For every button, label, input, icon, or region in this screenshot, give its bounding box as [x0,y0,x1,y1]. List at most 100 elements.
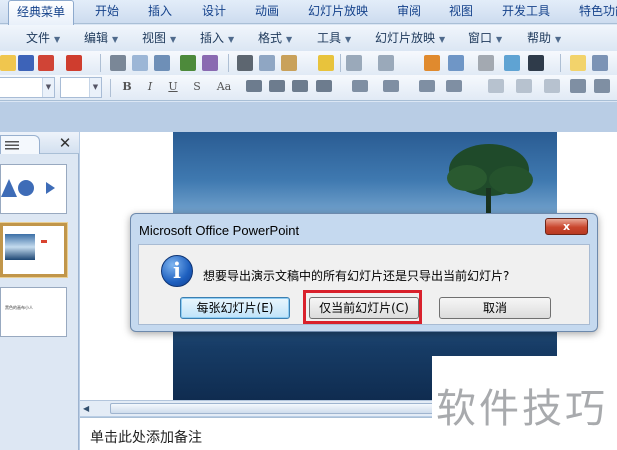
toolbar-divider [340,54,341,72]
justify-icon[interactable] [316,80,332,92]
menu-label: 窗口 [468,31,493,45]
menu-label: 视图 [142,31,167,45]
toolbar-divider [110,79,111,97]
numbering-icon[interactable] [446,80,462,92]
slides-pane: ✕ 黑色的画布小人 [0,132,79,450]
table-icon[interactable] [448,55,464,71]
increase-indent-icon[interactable] [594,79,610,93]
cancel-button[interactable]: 取消 [439,297,551,319]
dialog-message: 想要导出演示文稿中的所有幻灯片还是只导出当前幻灯片? [203,269,510,283]
tab-developer[interactable]: 开发工具 [502,0,550,24]
tab-insert[interactable]: 插入 [148,0,172,24]
save-icon[interactable] [18,55,34,71]
triangle-shape [1,179,17,197]
chevron-down-icon[interactable]: ▼ [42,78,54,97]
change-case-button[interactable]: Aa [211,78,237,96]
arrow-shape [46,182,55,194]
toolbar-divider [100,54,101,72]
align-right-icon[interactable] [292,80,308,92]
tab-view[interactable]: 视图 [449,0,473,24]
tab-classic-menu[interactable]: 经典菜单 [8,0,75,25]
menu-window[interactable]: 窗口 ▼ [468,25,502,51]
circle-shape [18,180,34,196]
new-slide-icon[interactable] [570,55,586,71]
menu-edit[interactable]: 编辑 ▼ [84,25,118,51]
chevron-down-icon: ▼ [345,35,352,44]
scroll-left-icon[interactable]: ◀ [83,403,95,415]
smartart-icon[interactable] [504,55,520,71]
tab-special[interactable]: 特色功能 [579,0,617,24]
close-button[interactable]: x [545,218,588,235]
bold-button[interactable]: B [118,78,136,96]
outline-tab[interactable] [0,135,40,154]
menu-label: 帮助 [527,31,552,45]
menu-insert[interactable]: 插入 ▼ [200,25,234,51]
bullets-icon[interactable] [419,80,435,92]
chart-icon[interactable] [424,55,440,71]
print-icon[interactable] [110,55,126,71]
align-center-icon[interactable] [269,80,285,92]
redo-icon[interactable] [378,55,394,71]
menu-view[interactable]: 视图 ▼ [142,25,176,51]
toolbar-divider [228,54,229,72]
slide-thumbnail-3[interactable]: 黑色的画布小人 [0,287,67,337]
classic-menu-bar: 文件 ▼ 编辑 ▼ 视图 ▼ 插入 ▼ 格式 ▼ 工具 ▼ 幻灯片放映 ▼ 窗口 ▼ 帮助 ▼ [0,25,617,51]
slides-pane-header: ✕ [0,132,79,154]
undo-icon[interactable] [346,55,362,71]
font-color-icon[interactable] [488,79,504,93]
paste-icon[interactable] [281,55,297,71]
italic-button[interactable]: I [141,78,159,96]
close-icon[interactable]: ✕ [57,133,73,153]
export-pdf-icon[interactable] [66,55,82,71]
red-highlight-box [303,290,422,324]
research-icon[interactable] [154,55,170,71]
slide-2-red-text [41,240,47,243]
cut-icon[interactable] [237,55,253,71]
outline-icon [5,141,19,150]
shrink-font-icon[interactable] [544,79,560,93]
menu-tools[interactable]: 工具 ▼ [317,25,351,51]
grow-font-icon[interactable] [516,79,532,93]
chevron-down-icon[interactable]: ▼ [89,78,101,97]
print-preview-icon[interactable] [132,55,148,71]
shadow-button[interactable]: S [188,78,206,96]
menu-format[interactable]: 格式 ▼ [258,25,292,51]
open-folder-icon[interactable] [0,55,16,71]
menu-file[interactable]: 文件 ▼ [26,25,60,51]
columns-icon[interactable] [352,80,368,92]
line-spacing-icon[interactable] [383,80,399,92]
tab-home[interactable]: 开始 [95,0,119,24]
tab-design[interactable]: 设计 [202,0,226,24]
every-slide-button[interactable]: 每张幻灯片(E) [180,297,290,319]
ribbon-tab-bar: 经典菜单 开始 插入 设计 动画 幻灯片放映 审阅 视图 开发工具 特色功能 [0,0,617,25]
spelling-icon[interactable] [180,55,196,71]
menu-label: 幻灯片放映 [375,31,436,45]
color-grayscale-icon[interactable] [528,55,544,71]
tab-animation[interactable]: 动画 [255,0,279,24]
tab-review[interactable]: 审阅 [397,0,421,24]
email-icon[interactable] [38,55,54,71]
slide-2-photo [5,234,35,260]
chevron-down-icon: ▼ [286,35,293,44]
slide-layout-icon[interactable] [592,55,608,71]
align-left-icon[interactable] [246,80,262,92]
slide-3-text: 黑色的画布小人 [5,305,33,310]
copy-icon[interactable] [259,55,275,71]
tab-slideshow[interactable]: 幻灯片放映 [308,0,368,24]
slide-thumbnail-1[interactable] [0,164,67,214]
info-icon: i [161,255,193,287]
slide-thumbnail-2[interactable] [0,223,67,277]
format-painter-icon[interactable] [318,55,334,71]
font-size-combo[interactable]: ▼ [60,77,102,98]
chevron-down-icon: ▼ [54,35,61,44]
watermark: 软件技巧 [432,356,617,432]
shapes-icon[interactable] [478,55,494,71]
translate-icon[interactable] [202,55,218,71]
menu-help[interactable]: 帮助 ▼ [527,25,561,51]
menu-label: 编辑 [84,31,109,45]
font-name-combo[interactable]: ▼ [0,77,55,98]
decrease-indent-icon[interactable] [570,79,586,93]
underline-button[interactable]: U [164,78,182,96]
menu-slideshow[interactable]: 幻灯片放映 ▼ [375,25,445,51]
slide-1-shapes [1,179,55,197]
